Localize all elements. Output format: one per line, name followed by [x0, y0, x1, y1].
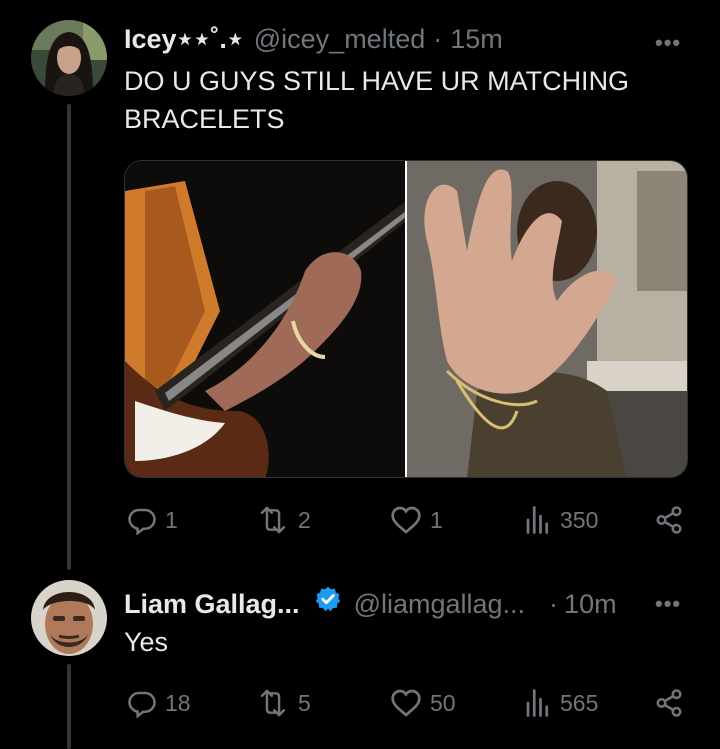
- tweet1-like-count: 1: [430, 506, 443, 533]
- tweet2-views-count: 565: [560, 689, 599, 716]
- repost-icon: [260, 506, 286, 534]
- tweet1-text-line2: BRACELETS: [124, 104, 285, 134]
- like-icon: [391, 689, 421, 717]
- reply-icon: [128, 691, 156, 718]
- like-icon: [391, 506, 421, 534]
- tweet1-display-name[interactable]: Icey⋆⋆˚.⋆: [124, 24, 244, 55]
- repost-icon: [260, 689, 286, 717]
- tweet1-reply-button[interactable]: 1: [127, 505, 178, 535]
- tweet1-like-button[interactable]: 1: [390, 505, 443, 535]
- tweet2-display-name[interactable]: Liam Gallag...: [124, 589, 300, 620]
- tweet1-time[interactable]: 15m: [450, 24, 503, 55]
- tweet2-reply-count: 18: [165, 689, 191, 716]
- tweet2-reply-button[interactable]: 18: [127, 688, 191, 718]
- tweet1-text-line1: DO U GUYS STILL HAVE UR MATCHING: [124, 66, 630, 96]
- more-icon[interactable]: •••: [655, 591, 681, 617]
- share-icon: [656, 506, 682, 534]
- tweet1-header: Icey⋆⋆˚.⋆ @icey_melted · 15m: [124, 24, 503, 55]
- tweet2-handle[interactable]: @liamgallag...: [354, 589, 525, 620]
- guitar-photo[interactable]: [125, 161, 405, 477]
- tweet1-separator: ·: [433, 24, 443, 54]
- tweet1-share-button[interactable]: [654, 505, 684, 535]
- avatar-icey[interactable]: [31, 20, 107, 96]
- tweet2-text: Yes: [124, 627, 169, 657]
- tweet2-views-button[interactable]: 565: [524, 688, 598, 718]
- tweet1-views-count: 350: [560, 506, 599, 533]
- views-icon: [526, 689, 549, 717]
- tweet1-repost-button[interactable]: 2: [256, 505, 311, 535]
- tweet2-like-button[interactable]: 50: [390, 688, 456, 718]
- tweet1-media[interactable]: [124, 160, 688, 478]
- tweet1-reply-count: 1: [165, 506, 178, 533]
- tweet1-repost-count: 2: [298, 506, 311, 533]
- hand-photo[interactable]: [407, 161, 687, 477]
- tweet2-like-count: 50: [430, 689, 456, 716]
- reply-icon: [128, 508, 156, 535]
- tweet2-time[interactable]: 10m: [564, 589, 617, 620]
- avatar-liam[interactable]: [31, 580, 107, 656]
- thread-line-bottom: [67, 664, 71, 749]
- tweet1-views-button[interactable]: 350: [524, 505, 598, 535]
- tweet2-separator: ·: [549, 589, 559, 619]
- tweet1-handle[interactable]: @icey_melted: [254, 24, 425, 55]
- tweet2-share-button[interactable]: [654, 688, 684, 718]
- views-icon: [526, 506, 549, 534]
- tweet2-header: Liam Gallag... @liamgallag... · 10m: [124, 585, 617, 620]
- tweet2-repost-button[interactable]: 5: [256, 688, 311, 718]
- more-icon[interactable]: •••: [655, 30, 681, 56]
- thread-line-top: [67, 104, 71, 570]
- tweet2-repost-count: 5: [298, 689, 311, 716]
- verified-badge-icon: [315, 586, 340, 612]
- share-icon: [656, 689, 682, 717]
